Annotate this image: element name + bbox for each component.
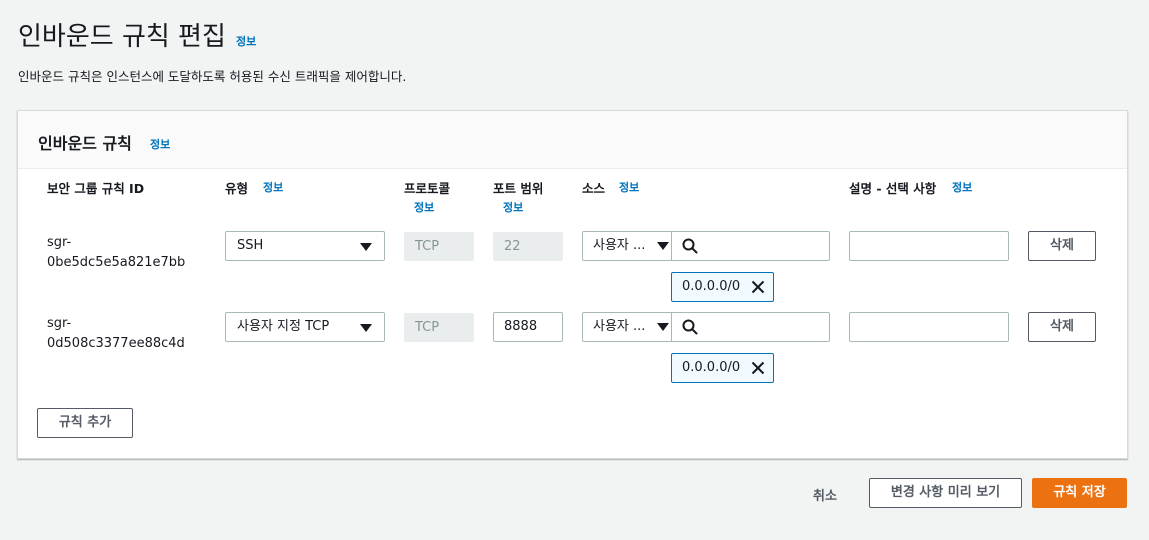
panel-info-link[interactable]: 정보 <box>150 136 170 152</box>
page-description: 인바운드 규칙은 인스턴스에 도달하도록 허용된 수신 트래픽을 제어합니다. <box>18 69 407 84</box>
inbound-rules-panel: 인바운드 규칙 정보 보안 그룹 규칙 ID 유형 정보 프로토콜 정보 포트 … <box>17 110 1128 459</box>
search-icon <box>682 319 698 335</box>
col-type-info-link[interactable]: 정보 <box>263 179 283 195</box>
col-protocol-info-link[interactable]: 정보 <box>414 199 434 215</box>
source-search-input[interactable] <box>671 312 830 342</box>
page-info-link[interactable]: 정보 <box>236 33 256 49</box>
panel-title: 인바운드 규칙 <box>38 134 132 153</box>
col-description: 설명 - 선택 사항 <box>849 181 937 196</box>
source-cidr-token: 0.0.0.0/0 <box>671 272 774 302</box>
col-source-info-link[interactable]: 정보 <box>619 179 639 195</box>
col-source: 소스 <box>582 181 606 196</box>
rule-id-prefix: sgr- <box>47 316 72 331</box>
source-type-value: 사용자 ... <box>593 238 646 253</box>
rule-id-value: 0d508c3377ee88c4d <box>47 336 185 351</box>
caret-down-icon <box>360 243 372 251</box>
caret-down-icon <box>360 324 372 332</box>
delete-rule-button[interactable]: 삭제 <box>1028 312 1096 342</box>
panel-header: 인바운드 규칙 정보 <box>18 111 1127 169</box>
col-protocol: 프로토콜 <box>404 181 451 196</box>
caret-down-icon <box>657 323 669 331</box>
save-rules-button[interactable]: 규칙 저장 <box>1032 478 1127 508</box>
col-port-range-info-link[interactable]: 정보 <box>503 199 523 215</box>
source-type-value: 사용자 ... <box>593 319 646 334</box>
port-range-field: 22 <box>493 232 563 261</box>
rule-id: sgr- 0be5dc5e5a821e7bb <box>47 233 185 273</box>
type-select-value: SSH <box>237 238 264 253</box>
close-icon[interactable] <box>751 280 765 294</box>
description-input[interactable] <box>849 231 1009 261</box>
type-select[interactable]: 사용자 지정 TCP <box>225 312 385 342</box>
col-rule-id: 보안 그룹 규칙 ID <box>47 181 145 196</box>
page-title: 인바운드 규칙 편집 <box>18 22 226 52</box>
protocol-field: TCP <box>404 313 474 342</box>
caret-down-icon <box>657 242 669 250</box>
rule-id-prefix: sgr- <box>47 235 72 250</box>
source-cidr-label: 0.0.0.0/0 <box>682 279 741 294</box>
source-cidr-label: 0.0.0.0/0 <box>682 360 741 375</box>
type-select-value: 사용자 지정 TCP <box>237 319 330 334</box>
source-search-input[interactable] <box>671 231 830 261</box>
delete-rule-button[interactable]: 삭제 <box>1028 231 1096 261</box>
preview-changes-button[interactable]: 변경 사항 미리 보기 <box>869 478 1022 508</box>
col-description-info-link[interactable]: 정보 <box>952 179 972 195</box>
source-cidr-token: 0.0.0.0/0 <box>671 353 774 383</box>
add-rule-button[interactable]: 규칙 추가 <box>37 408 133 438</box>
port-range-input[interactable]: 8888 <box>493 312 563 342</box>
col-port-range: 포트 범위 <box>493 181 544 196</box>
close-icon[interactable] <box>751 361 765 375</box>
description-input[interactable] <box>849 312 1009 342</box>
rule-id: sgr- 0d508c3377ee88c4d <box>47 314 185 354</box>
col-type: 유형 <box>225 181 249 196</box>
type-select[interactable]: SSH <box>225 231 385 261</box>
cancel-button[interactable]: 취소 <box>813 485 837 504</box>
rule-id-value: 0be5dc5e5a821e7bb <box>47 255 186 270</box>
search-icon <box>682 238 698 254</box>
source-type-select[interactable]: 사용자 ... <box>582 312 672 342</box>
source-type-select[interactable]: 사용자 ... <box>582 231 672 261</box>
protocol-field: TCP <box>404 232 474 261</box>
